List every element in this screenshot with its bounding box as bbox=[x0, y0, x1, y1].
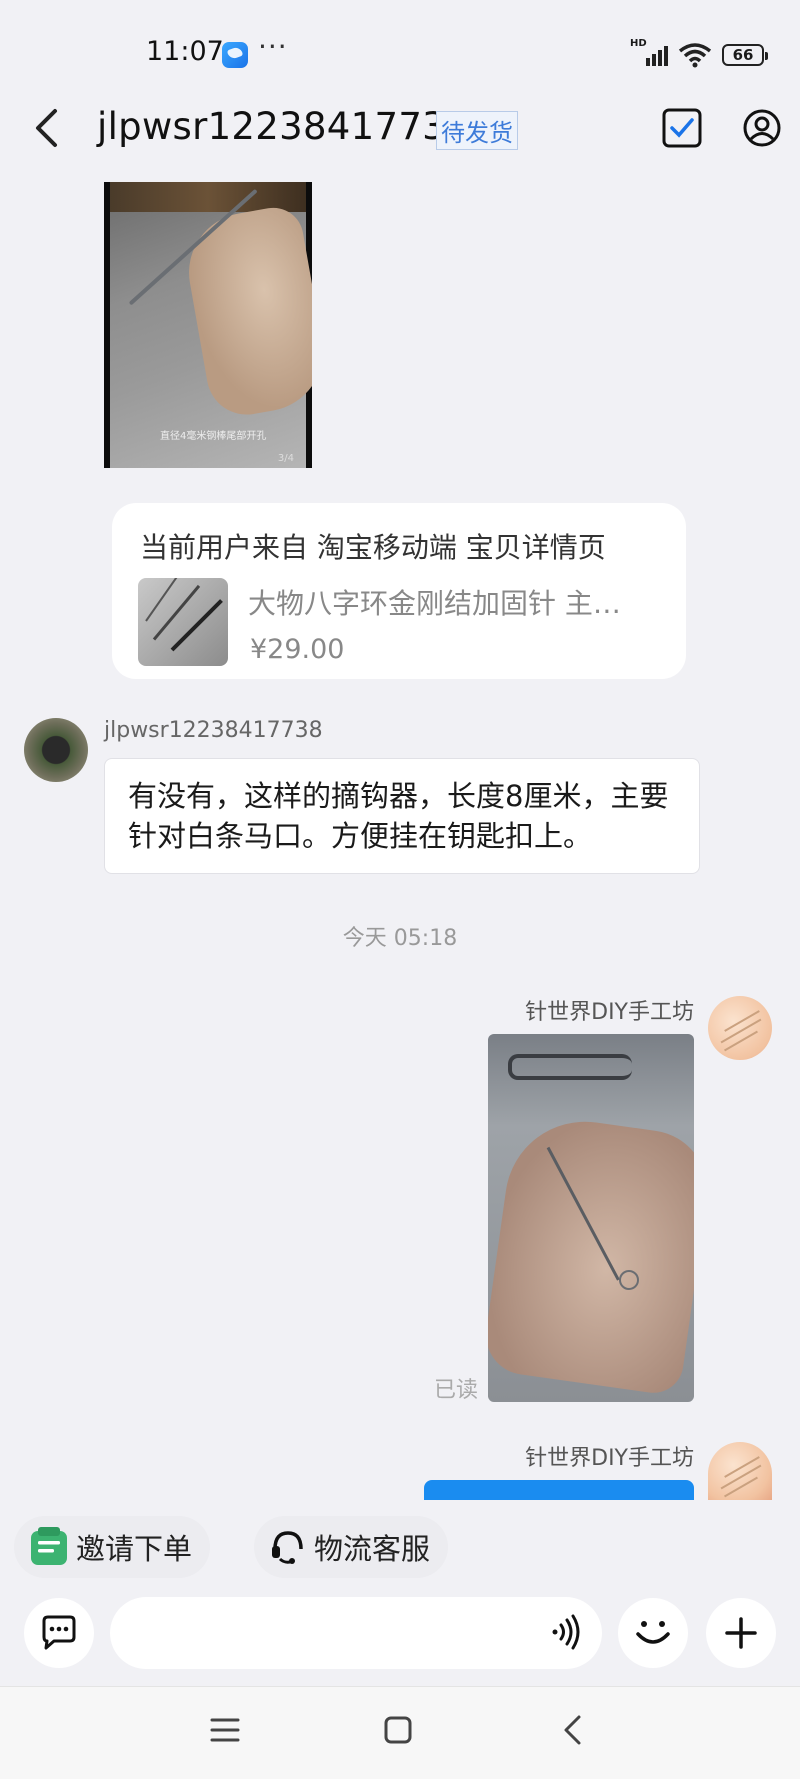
nav-home-button[interactable] bbox=[374, 1708, 422, 1752]
invite-order-button[interactable]: 邀请下单 bbox=[14, 1516, 211, 1578]
outgoing-message-bubble[interactable] bbox=[424, 1480, 694, 1500]
signal-icon: HD bbox=[630, 38, 668, 66]
outgoing-image-message[interactable] bbox=[488, 1034, 694, 1402]
emoji-button[interactable] bbox=[618, 1598, 688, 1668]
status-time: 11:07 bbox=[146, 36, 224, 67]
wifi-icon bbox=[678, 43, 712, 68]
smiley-icon bbox=[636, 1621, 670, 1644]
image-message[interactable]: 直径4毫米钢棒尾部开孔 3/4 bbox=[104, 182, 312, 468]
logistics-service-label: 物流客服 bbox=[314, 1532, 431, 1566]
read-status: 已读 bbox=[434, 1378, 479, 1403]
chat-bubble-icon bbox=[42, 1615, 76, 1650]
voice-wave-icon bbox=[552, 1614, 580, 1650]
order-form-icon bbox=[31, 1527, 67, 1565]
shop-name: 针世界DIY手工坊 bbox=[525, 1000, 694, 1025]
status-indicators: HD 66 bbox=[630, 38, 768, 70]
shop-name: 针世界DIY手工坊 bbox=[525, 1446, 694, 1471]
page-title: jlpwsr12238417738 bbox=[97, 105, 470, 148]
image-caption: 直径4毫米钢棒尾部开孔 bbox=[160, 431, 267, 442]
message-timestamp: 今天 05:18 bbox=[342, 926, 458, 951]
invite-order-label: 邀请下单 bbox=[76, 1532, 193, 1566]
message-input[interactable] bbox=[110, 1597, 602, 1669]
customer-avatar[interactable] bbox=[24, 718, 88, 782]
checkbox-icon bbox=[662, 108, 702, 148]
logistics-service-button[interactable]: 物流客服 bbox=[254, 1516, 449, 1578]
back-button[interactable] bbox=[26, 106, 66, 150]
chevron-left-icon bbox=[564, 1715, 581, 1745]
menu-icon bbox=[210, 1718, 240, 1742]
order-status-badge[interactable]: 待发货 bbox=[436, 111, 518, 150]
profile-button[interactable] bbox=[742, 108, 782, 148]
user-circle-icon bbox=[743, 109, 781, 147]
chevron-left-icon bbox=[36, 109, 57, 147]
square-home-icon bbox=[384, 1716, 412, 1744]
quick-reply-button[interactable] bbox=[24, 1598, 94, 1668]
customer-name: jlpwsr12238417738 bbox=[104, 718, 323, 743]
product-thumbnail[interactable] bbox=[138, 578, 228, 666]
plus-icon bbox=[725, 1617, 757, 1649]
shop-avatar[interactable] bbox=[708, 996, 772, 1060]
product-source-text: 当前用户来自 淘宝移动端 宝贝详情页 bbox=[140, 531, 606, 564]
nav-back-button[interactable] bbox=[548, 1708, 596, 1752]
product-name[interactable]: 大物八字环金刚结加固针 主… bbox=[248, 582, 658, 622]
incoming-message-text: 有没有，这样的摘钩器，长度8厘米，主要针对白条马口。方便挂在钥匙扣上。 bbox=[128, 779, 669, 853]
more-actions-button[interactable] bbox=[706, 1598, 776, 1668]
product-price: ¥29.00 bbox=[250, 634, 345, 665]
more-notifications-icon: ··· bbox=[258, 30, 288, 63]
network-type-label: HD bbox=[630, 38, 647, 49]
headset-icon bbox=[272, 1531, 303, 1564]
image-pager: 3/4 bbox=[277, 453, 294, 464]
order-check-button[interactable] bbox=[662, 108, 702, 148]
nav-menu-button[interactable] bbox=[201, 1708, 249, 1752]
voice-input-button[interactable] bbox=[546, 1610, 586, 1654]
battery-icon: 66 bbox=[722, 44, 768, 66]
app-notification-icon bbox=[222, 42, 248, 68]
shop-avatar[interactable] bbox=[708, 1442, 772, 1500]
